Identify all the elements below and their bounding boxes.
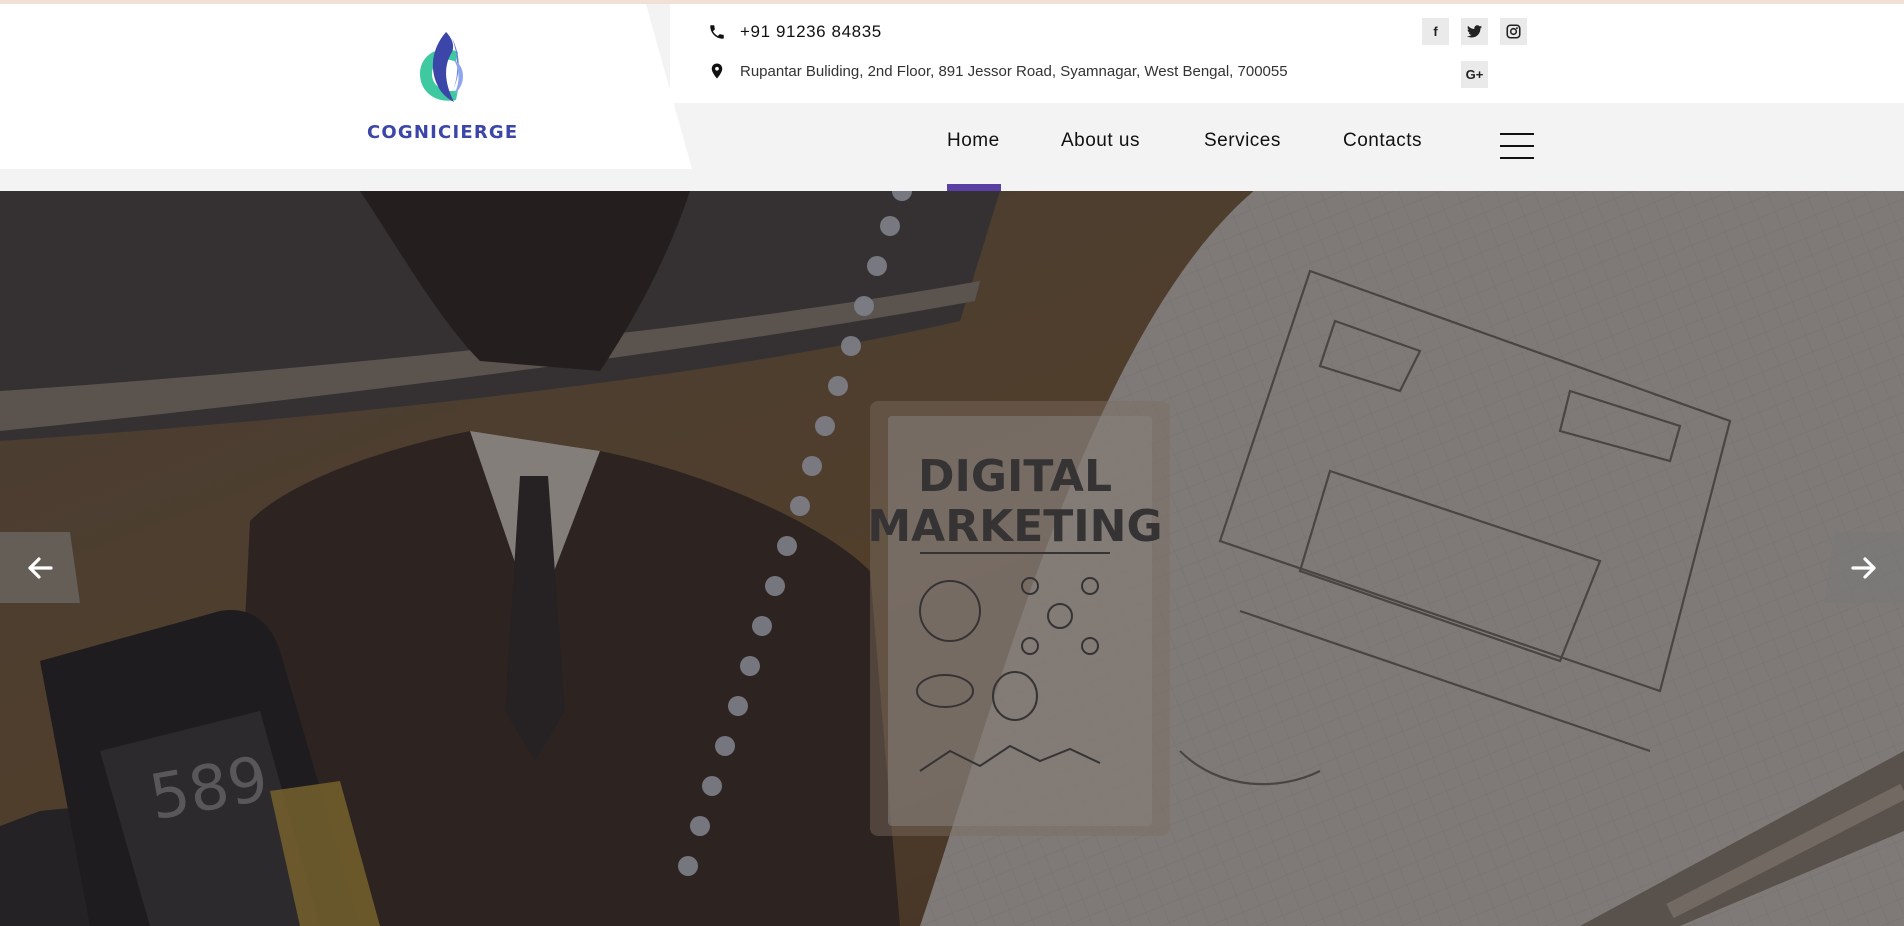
hamburger-line <box>1500 157 1534 159</box>
arrow-right-icon <box>1851 556 1876 579</box>
instagram-icon[interactable] <box>1500 18 1527 45</box>
nav-active-indicator <box>947 184 1001 191</box>
nav-item-home[interactable]: Home <box>947 130 1000 152</box>
phone-icon <box>710 25 724 39</box>
arrow-left-icon <box>28 556 53 579</box>
nav-item-contacts[interactable]: Contacts <box>1343 130 1422 152</box>
hero-slider[interactable]: DIGITAL MARKETING 589 <box>0 191 1904 926</box>
logo-panel <box>0 4 692 169</box>
address-info: Rupantar Buliding, 2nd Floor, 891 Jessor… <box>708 62 1288 80</box>
twitter-bird-shape <box>1467 25 1482 38</box>
slider-next-button[interactable] <box>1824 532 1904 603</box>
brand-name: COGNICIERGE <box>367 122 519 143</box>
nav-item-about-us[interactable]: About us <box>1061 130 1140 152</box>
nav-item-services[interactable]: Services <box>1204 130 1281 152</box>
c-flame-logo-icon <box>420 32 463 102</box>
slider-prev-button[interactable] <box>0 532 80 603</box>
hamburger-menu-icon[interactable] <box>1500 133 1534 159</box>
instagram-camera-shape <box>1506 24 1521 39</box>
address-text: Rupantar Buliding, 2nd Floor, 891 Jessor… <box>740 62 1288 80</box>
hero-image: DIGITAL MARKETING 589 <box>0 191 1904 926</box>
contact-strip <box>670 4 1904 103</box>
phone-info[interactable]: +91 91236 84835 <box>708 22 882 42</box>
facebook-icon[interactable]: f <box>1422 18 1449 45</box>
site-logo[interactable]: COGNICIERGE <box>360 30 535 148</box>
map-pin-icon <box>711 63 723 79</box>
hamburger-line <box>1500 133 1534 135</box>
phone-number: +91 91236 84835 <box>740 22 882 41</box>
hamburger-line <box>1500 145 1534 147</box>
twitter-icon[interactable] <box>1461 18 1488 45</box>
google-plus-icon[interactable]: G+ <box>1461 61 1488 88</box>
